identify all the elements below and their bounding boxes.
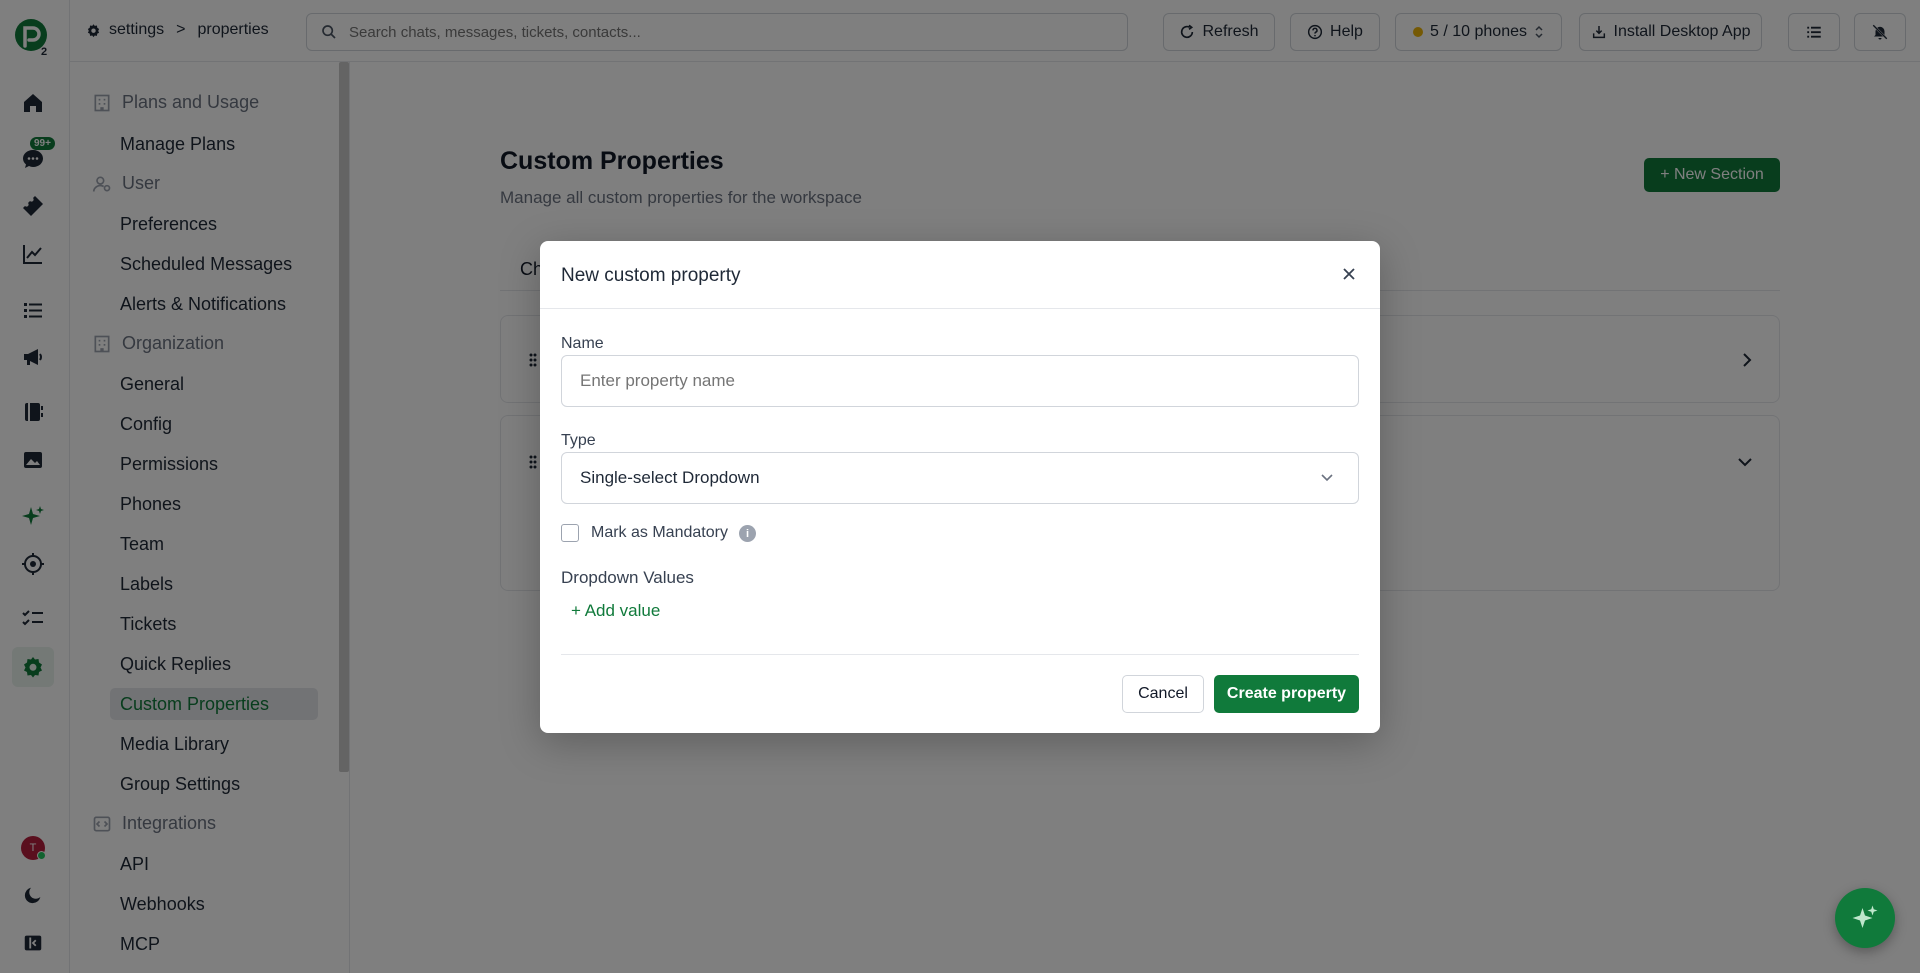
dropdown-values-label: Dropdown Values [561,568,694,587]
mandatory-label[interactable]: Mark as Mandatory [591,524,728,542]
dialog-header: New custom property [540,241,1380,309]
add-value-button[interactable]: + Add value [571,601,660,621]
type-label: Type [561,432,596,449]
dialog-divider [561,654,1359,655]
cancel-button[interactable]: Cancel [1122,675,1204,713]
type-select[interactable]: Single-select Dropdown [561,452,1359,504]
dialog-title: New custom property [561,265,741,286]
name-field[interactable] [561,355,1359,407]
ai-assistant-button[interactable] [1835,888,1895,948]
create-property-button[interactable]: Create property [1214,675,1359,713]
mandatory-checkbox[interactable] [561,524,579,542]
close-icon[interactable] [1340,265,1358,283]
ai-sparkle-icon [1852,905,1878,928]
name-label: Name [561,335,604,352]
type-select-value: Single-select Dropdown [580,468,760,487]
property-name-input[interactable] [580,371,1340,391]
chevron-down-icon [1321,474,1333,482]
info-icon[interactable]: i [739,525,756,542]
new-property-dialog: New custom property Name Type Single-sel… [540,241,1380,733]
